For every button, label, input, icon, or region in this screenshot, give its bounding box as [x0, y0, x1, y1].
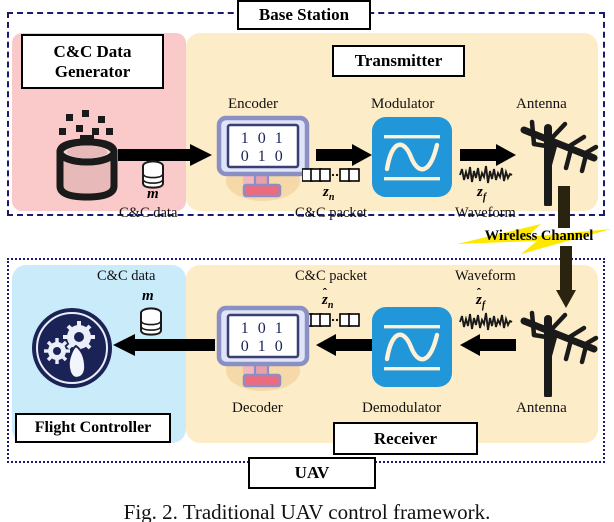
stage-label-antenna-tx: Antenna: [516, 96, 567, 112]
figure-canvas: m C&C data Encoder 1 0 1 0 1 0 zn C&C pa…: [0, 0, 614, 522]
waveform-squiggle-icon-rx: [459, 312, 513, 337]
yagi-antenna-icon-tx: [508, 114, 600, 208]
base-station-title: Base Station: [237, 0, 371, 30]
monitor-binary-icon-encoder: 1 0 1 0 1 0: [215, 115, 311, 203]
channel-arrow-lower: [556, 246, 576, 308]
uav-title: UAV: [248, 457, 376, 489]
signal-symbol-m-tx: m: [147, 186, 159, 202]
svg-text:1 0 1: 1 0 1: [241, 320, 286, 337]
stage-label-encoder: Encoder: [228, 96, 278, 112]
database-icon-rx: [138, 307, 164, 342]
signal-symbol-zn-rx-sub: n: [327, 300, 334, 311]
flight-controller-title: Flight Controller: [15, 413, 171, 443]
sine-wave-icon-modulator: [372, 117, 452, 197]
svg-text:0 1 0: 0 1 0: [241, 338, 286, 355]
arrow-decoder-to-flight-controller: [113, 334, 215, 361]
cc-data-generator-title: C&C Data Generator: [21, 34, 164, 89]
signal-symbol-zf-rx-base: z: [476, 292, 482, 308]
wireless-channel-label: Wireless Channel: [484, 228, 594, 244]
sine-wave-icon-demodulator: [372, 307, 452, 387]
signal-symbol-zf-sub: f: [482, 192, 487, 203]
signal-symbol-zf-rx-sub: f: [481, 300, 486, 311]
svg-text:0 1 0: 0 1 0: [241, 148, 286, 165]
yagi-antenna-icon-rx: [508, 305, 600, 399]
arrow-demodulator-to-decoder: [316, 334, 372, 361]
stage-label-modulator: Modulator: [371, 96, 435, 112]
signal-caption-waveform-tx: Waveform: [455, 205, 516, 221]
arrow-antenna-to-demodulator: [460, 334, 516, 361]
signal-symbol-zf-hat-rx: ̂zf: [476, 292, 485, 311]
transmitter-title: Transmitter: [332, 45, 465, 77]
gears-hand-circle-icon: [30, 306, 114, 390]
arrow-encoder-to-modulator: [316, 144, 372, 171]
signal-symbol-zn-hat-rx: ̂zn: [322, 292, 333, 311]
signal-caption-cc-packet-rx: C&C packet: [295, 268, 368, 284]
generator-title-line2: Generator: [54, 61, 131, 81]
signal-symbol-zn-sub: n: [328, 192, 335, 203]
signal-caption-waveform-rx: Waveform: [455, 268, 516, 284]
figure-caption: Fig. 2. Traditional UAV control framewor…: [123, 500, 491, 522]
signal-symbol-zf-tx: zf: [477, 184, 486, 203]
signal-symbol-m-rx: m: [142, 288, 154, 304]
signal-symbol-zn-tx: zn: [323, 184, 334, 203]
signal-symbol-zn-rx-base: z: [322, 292, 328, 308]
signal-caption-cc-data-tx: C&C data: [119, 205, 178, 221]
stage-label-decoder: Decoder: [232, 400, 283, 416]
stage-label-demodulator: Demodulator: [362, 400, 442, 416]
generator-title-line1: C&C Data: [53, 42, 132, 62]
svg-text:1 0 1: 1 0 1: [241, 130, 286, 147]
signal-caption-cc-packet-tx: C&C packet: [295, 205, 368, 221]
stage-label-antenna-rx: Antenna: [516, 400, 567, 416]
receiver-title: Receiver: [333, 422, 478, 455]
monitor-binary-icon-decoder: 1 0 1 0 1 0: [215, 305, 311, 393]
signal-caption-cc-data-rx: C&C data: [97, 268, 156, 284]
